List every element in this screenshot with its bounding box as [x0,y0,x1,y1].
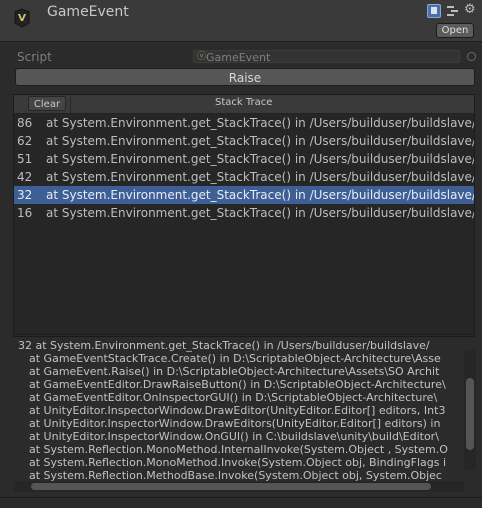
trace-text: at System.Environment.get_StackTrace() i… [46,206,474,220]
list-item[interactable]: 62 at System.Environment.get_StackTrace(… [14,132,474,150]
list-header: Clear Stack Trace [14,95,474,114]
list-item-selected[interactable]: 32 at System.Environment.get_StackTrace(… [14,186,474,204]
clear-button[interactable]: Clear [28,96,66,111]
list-item[interactable]: 86 at System.Environment.get_StackTrace(… [14,114,474,132]
trace-text: at System.Environment.get_StackTrace() i… [46,188,474,202]
help-icon[interactable] [427,4,441,18]
list-item[interactable]: 16 at System.Environment.get_StackTrace(… [14,204,474,222]
detail-line: at GameEventEditor.DrawRaiseButton() in … [29,378,446,391]
detail-line: at GameEventEditor.OnInspectorGUI() in D… [29,391,438,404]
detail-line: at GameEvent.Raise() in D:\ScriptableObj… [29,365,440,378]
trace-id: 32 [17,188,33,202]
trace-text: at System.Environment.get_StackTrace() i… [46,134,474,148]
list-item[interactable]: 42 at System.Environment.get_StackTrace(… [14,168,474,186]
trace-id: 86 [17,116,33,130]
trace-text: at System.Environment.get_StackTrace() i… [46,170,474,184]
asset-title: GameEvent [47,4,129,20]
stack-trace-list: Clear Stack Trace 86 at System.Environme… [13,94,475,335]
detail-line: at System.Reflection.MonoMethod.Invoke(S… [29,456,447,469]
scriptable-object-icon [14,8,30,28]
script-file-icon: ⓥ [197,52,207,62]
column-divider[interactable] [70,95,71,113]
trace-id: 62 [17,134,33,148]
stack-trace-column-header: Stack Trace [215,97,273,108]
list-item[interactable]: 51 at System.Environment.get_StackTrace(… [14,150,474,168]
detail-line: at GameEventStackTrace.Create() in D:\Sc… [29,352,441,365]
detail-line: at UnityEditor.InspectorWindow.DrawEdito… [29,404,446,417]
trace-text: at System.Environment.get_StackTrace() i… [46,116,474,130]
detail-line: at UnityEditor.InspectorWindow.OnGUI() i… [29,430,439,443]
script-label: Script [17,50,52,64]
detail-line: at System.Reflection.MonoMethod.Internal… [29,443,448,456]
vertical-scrollbar-thumb[interactable] [466,378,474,450]
trace-text: at System.Environment.get_StackTrace() i… [46,152,474,166]
horizontal-scrollbar-thumb[interactable] [31,483,431,490]
detail-line: at UnityEditor.InspectorWindow.DrawEdito… [29,417,441,430]
gear-icon[interactable]: ⚙ [464,3,476,17]
trace-id: 51 [17,152,33,166]
trace-id: 16 [17,206,33,220]
preset-icon[interactable] [446,4,459,17]
script-field[interactable]: GameEvent [193,50,460,64]
object-picker-icon[interactable] [467,52,476,61]
stack-trace-detail: 32 at System.Environment.get_StackTrace(… [13,336,475,496]
open-button[interactable]: Open [436,23,474,38]
panel-footer [0,497,482,508]
raise-button[interactable]: Raise [15,68,475,86]
trace-id: 42 [17,170,33,184]
detail-line: 32 at System.Environment.get_StackTrace(… [18,339,430,352]
